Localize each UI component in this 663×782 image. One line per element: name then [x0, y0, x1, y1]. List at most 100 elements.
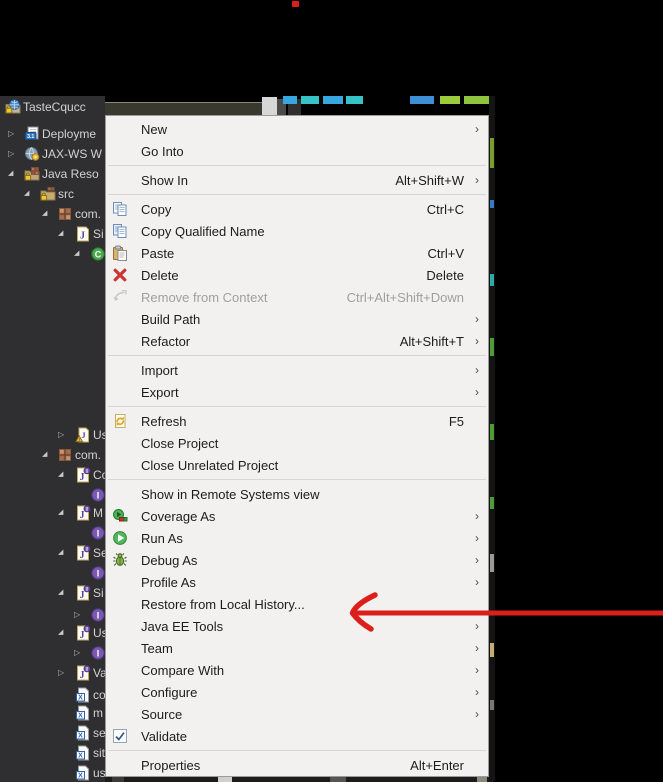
- submenu-arrow-icon: ›: [475, 553, 479, 567]
- tree-collapse-arrow-icon[interactable]: ◢: [42, 210, 47, 218]
- tree-item-si[interactable]: ◢ J Si: [0, 224, 105, 244]
- menu-item-label: Build Path: [141, 311, 201, 327]
- tree-item-com[interactable]: ◢ com.: [0, 445, 105, 465]
- menu-item-source[interactable]: Source ›: [106, 703, 488, 725]
- status-fragment: [477, 777, 487, 782]
- tree-expand-arrow-icon[interactable]: ▷: [74, 611, 80, 619]
- menu-item-label: Copy: [141, 201, 172, 217]
- tree-expand-arrow-icon[interactable]: ▷: [8, 150, 14, 158]
- tree-item-m[interactable]: ◢ J I M: [0, 503, 105, 523]
- tree-item-se[interactable]: Xse: [0, 723, 105, 743]
- menu-item-build-path[interactable]: Build Path ›: [106, 308, 488, 330]
- tree-item-m[interactable]: Xm: [0, 703, 105, 723]
- menu-item-java-ee-tools[interactable]: Java EE Tools ›: [106, 615, 488, 637]
- menu-item-refresh[interactable]: Refresh F5: [106, 410, 488, 432]
- menu-icon-spacer: [112, 706, 132, 722]
- tree-item-src[interactable]: ◢ src: [0, 184, 105, 204]
- tree-item-co[interactable]: ◢ JICo: [0, 465, 105, 485]
- tree-expand-arrow-icon[interactable]: ▷: [58, 431, 64, 439]
- java-file-interface-icon: JI: [75, 625, 91, 641]
- menu-item-label: Paste: [141, 245, 175, 261]
- menu-item-import[interactable]: Import ›: [106, 359, 488, 381]
- submenu-arrow-icon: ›: [475, 619, 479, 633]
- submenu-arrow-icon: ›: [475, 173, 479, 187]
- tree-item-co[interactable]: Xco: [0, 685, 105, 705]
- menu-item-new[interactable]: New ›: [106, 118, 488, 140]
- tree-expand-arrow-icon[interactable]: ▷: [8, 130, 14, 138]
- menu-item-profile-as[interactable]: Profile As ›: [106, 571, 488, 593]
- menu-item-paste[interactable]: Paste Ctrl+V: [106, 242, 488, 264]
- editor-text-fragment: [490, 554, 494, 572]
- tree-item-tastecqucc[interactable]: TasteCqucc: [0, 97, 105, 117]
- java-file-interface-icon: JI: [75, 467, 91, 483]
- tree-item-us[interactable]: ▷ J! Us: [0, 425, 105, 445]
- menu-item-copy-qualified-name[interactable]: Copy Qualified Name: [106, 220, 488, 242]
- svg-text:J: J: [80, 231, 85, 242]
- menu-item-run-as[interactable]: Run As ›: [106, 527, 488, 549]
- menu-icon-spacer: [112, 457, 132, 473]
- menu-item-team[interactable]: Team ›: [106, 637, 488, 659]
- tree-item-label: co: [93, 688, 105, 702]
- tree-collapse-arrow-icon[interactable]: ◢: [58, 230, 63, 238]
- tree-collapse-arrow-icon[interactable]: ◢: [58, 471, 63, 479]
- tree-item-deployme[interactable]: ▷ 3.1 Deployme: [0, 124, 105, 144]
- svg-text:X: X: [78, 773, 83, 780]
- menu-item-close-unrelated-project[interactable]: Close Unrelated Project: [106, 454, 488, 476]
- java-file-interface-icon: JI: [75, 585, 91, 601]
- package-icon: [57, 206, 73, 222]
- menu-item-properties[interactable]: Properties Alt+Enter: [106, 754, 488, 776]
- tree-collapse-arrow-icon[interactable]: ◢: [8, 170, 13, 178]
- tree-item-item[interactable]: ▷ I: [0, 643, 105, 663]
- menu-item-export[interactable]: Export ›: [106, 381, 488, 403]
- tree-item-va[interactable]: ▷ J I Va: [0, 663, 105, 683]
- tree-item-sit[interactable]: Xsit: [0, 743, 105, 763]
- menu-item-delete[interactable]: Delete Delete: [106, 264, 488, 286]
- tree-collapse-arrow-icon[interactable]: ◢: [74, 250, 79, 258]
- menu-item-validate[interactable]: Validate: [106, 725, 488, 747]
- menu-item-go-into[interactable]: Go Into: [106, 140, 488, 162]
- tree-item-us[interactable]: Xus: [0, 763, 105, 782]
- tree-item-item[interactable]: ◢ C: [0, 244, 105, 264]
- tree-expand-arrow-icon[interactable]: ▷: [74, 649, 80, 657]
- svg-text:X: X: [78, 695, 83, 702]
- tree-expand-arrow-icon[interactable]: ▷: [58, 669, 64, 677]
- tree-item-item[interactable]: I: [0, 485, 105, 505]
- menu-icon-spacer: [112, 618, 132, 634]
- menu-item-copy[interactable]: Copy Ctrl+C: [106, 198, 488, 220]
- menu-separator: [106, 747, 488, 754]
- tree-collapse-arrow-icon[interactable]: ◢: [58, 629, 63, 637]
- menu-item-refactor[interactable]: Refactor Alt+Shift+T ›: [106, 330, 488, 352]
- menu-item-label: Copy Qualified Name: [141, 223, 265, 239]
- tree-collapse-arrow-icon[interactable]: ◢: [24, 190, 29, 198]
- menu-item-configure[interactable]: Configure ›: [106, 681, 488, 703]
- tree-item-label: Deployme: [42, 127, 97, 141]
- menu-item-show-in[interactable]: Show In Alt+Shift+W ›: [106, 169, 488, 191]
- menu-item-label: Source: [141, 706, 183, 722]
- menu-item-restore-from-local-history[interactable]: Restore from Local History...: [106, 593, 488, 615]
- tree-collapse-arrow-icon[interactable]: ◢: [58, 549, 63, 557]
- tree-collapse-arrow-icon[interactable]: ◢: [58, 509, 63, 517]
- menu-item-show-in-remote-systems-view[interactable]: Show in Remote Systems view: [106, 483, 488, 505]
- tree-item-com[interactable]: ◢ com.: [0, 204, 105, 224]
- tree-item-java-reso[interactable]: ◢ Java Reso: [0, 164, 105, 184]
- tree-item-si[interactable]: ◢ J I Si: [0, 583, 105, 603]
- menu-item-label: Profile As: [141, 574, 196, 590]
- menu-item-close-project[interactable]: Close Project: [106, 432, 488, 454]
- menu-item-compare-with[interactable]: Compare With ›: [106, 659, 488, 681]
- tree-item-label: sit: [93, 746, 105, 760]
- menu-item-coverage-as[interactable]: Coverage As ›: [106, 505, 488, 527]
- submenu-arrow-icon: ›: [475, 334, 479, 348]
- xml-file-icon: X: [75, 725, 91, 741]
- tree-item-item[interactable]: I: [0, 563, 105, 583]
- menu-item-shortcut: Ctrl+C: [426, 201, 464, 217]
- tree-item-us[interactable]: ◢ J I Us: [0, 623, 105, 643]
- menu-item-remove-from-context[interactable]: Remove from Context Ctrl+Alt+Shift+Down: [106, 286, 488, 308]
- tree-item-item[interactable]: ▷ I: [0, 605, 105, 625]
- tree-item-item[interactable]: I: [0, 523, 105, 543]
- tree-item-jax-ws-w[interactable]: ▷ JAX-WS W: [0, 144, 105, 164]
- tree-collapse-arrow-icon[interactable]: ◢: [58, 589, 63, 597]
- menu-item-debug-as[interactable]: Debug As ›: [106, 549, 488, 571]
- tree-item-se[interactable]: ◢ J I Se: [0, 543, 105, 563]
- tree-collapse-arrow-icon[interactable]: ◢: [42, 451, 47, 459]
- svg-text:J: J: [80, 472, 85, 483]
